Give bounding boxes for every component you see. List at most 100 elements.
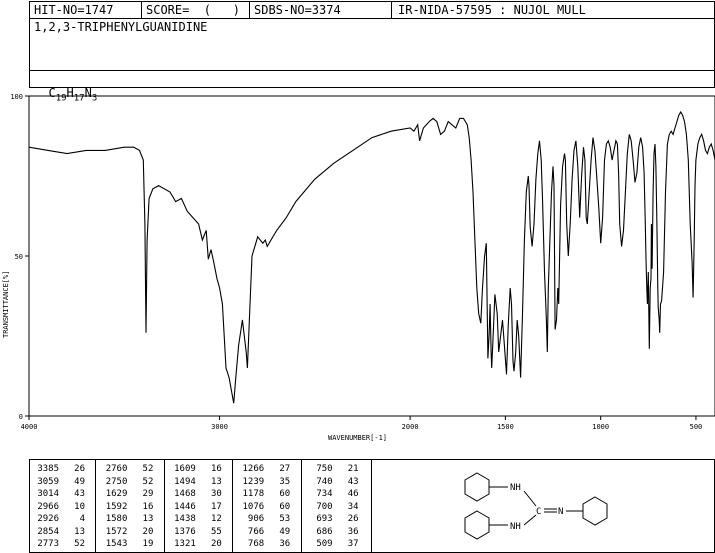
peak-wavenumber: 734 bbox=[316, 489, 333, 499]
peak-wavenumber: 2750 bbox=[105, 476, 128, 487]
atom-label-n: N bbox=[558, 507, 563, 517]
peak-column: 1609 16 1494 13 1468 30 1446 17 1438 12 1376 55 1321… bbox=[166, 463, 234, 551]
peak-wavenumber: 1178 bbox=[242, 489, 265, 499]
y-tick-label: 0 bbox=[19, 413, 23, 421]
spectrum-series-line bbox=[28, 110, 715, 404]
peak-column-divider bbox=[95, 459, 97, 552]
x-tick-label: 2000 bbox=[402, 423, 419, 431]
peak-row: 734 46 bbox=[303, 488, 371, 501]
peak-column: 2760 52 2750 52 1629 29 1592 16 1580 13 1572 20 1543… bbox=[97, 463, 165, 551]
ir-spectrum-chart: 4000 3000 2000 1500 1000 500 0 50 100 TRANSMITTA… bbox=[2, 93, 715, 442]
peak-transmittance: 16 bbox=[142, 501, 154, 512]
score: SCORE= ( ) bbox=[146, 3, 240, 17]
peak-transmittance: 43 bbox=[347, 476, 359, 487]
peak-row: 2750 52 bbox=[97, 476, 165, 489]
peak-transmittance: 30 bbox=[210, 489, 222, 499]
x-axis-label: WAVENUMBER[-1] bbox=[328, 434, 387, 442]
plot-frame bbox=[28, 95, 715, 417]
peak-wavenumber: 1438 bbox=[174, 514, 196, 524]
peak-transmittance: 52 bbox=[74, 539, 85, 549]
peak-row: 3059 49 bbox=[29, 476, 97, 489]
y-tick-label: 100 bbox=[10, 93, 23, 101]
peak-wavenumber: 700 bbox=[316, 501, 333, 512]
peak-wavenumber: 3059 bbox=[37, 476, 59, 487]
peak-row: 1239 35 bbox=[234, 476, 302, 489]
peak-transmittance: 52 bbox=[142, 464, 154, 474]
peak-transmittance: 13 bbox=[74, 526, 85, 537]
peak-wavenumber: 740 bbox=[316, 476, 333, 487]
peak-wavenumber: 3385 bbox=[37, 464, 59, 474]
atom-label-c: C bbox=[536, 507, 541, 517]
peak-row: 768 36 bbox=[234, 538, 302, 551]
peak-transmittance: 10 bbox=[74, 501, 85, 512]
header-divider-3 bbox=[391, 1, 392, 19]
peak-transmittance: 20 bbox=[210, 539, 222, 549]
peak-row: 1609 16 bbox=[166, 463, 234, 476]
phenyl-ring-right bbox=[582, 496, 608, 526]
peak-row: 1266 27 bbox=[234, 463, 302, 476]
peak-transmittance: 29 bbox=[142, 489, 154, 499]
peak-transmittance: 60 bbox=[279, 501, 291, 512]
peak-transmittance: 4 bbox=[79, 514, 85, 524]
measurement-method: IR-NIDA-57595 : NUJOL MULL bbox=[398, 3, 586, 17]
compound-box-divider bbox=[29, 70, 715, 71]
axis-ticks: 4000 3000 2000 1500 1000 500 0 50 100 bbox=[10, 93, 702, 431]
sdbs-number: SDBS-NO=3374 bbox=[254, 3, 341, 17]
peak-wavenumber: 1592 bbox=[105, 501, 128, 512]
peak-wavenumber: 906 bbox=[247, 514, 265, 524]
peak-transmittance: 53 bbox=[279, 514, 291, 524]
peak-transmittance: 36 bbox=[347, 526, 359, 537]
peak-row: 1592 16 bbox=[97, 501, 165, 514]
peak-wavenumber: 1446 bbox=[174, 501, 196, 512]
peak-wavenumber: 2966 bbox=[37, 501, 59, 512]
peak-wavenumber: 2760 bbox=[105, 464, 128, 474]
peak-row: 1629 29 bbox=[97, 488, 165, 501]
peak-wavenumber: 768 bbox=[247, 539, 265, 549]
peak-wavenumber: 1266 bbox=[242, 464, 265, 474]
peak-wavenumber: 1239 bbox=[242, 476, 265, 487]
peak-wavenumber: 2854 bbox=[37, 526, 59, 537]
peak-row: 750 21 bbox=[303, 463, 371, 476]
peak-wavenumber: 1494 bbox=[174, 476, 196, 487]
peak-wavenumber: 693 bbox=[316, 514, 333, 524]
peak-row: 2926 4 bbox=[29, 513, 97, 526]
peak-column-divider bbox=[232, 459, 234, 552]
peak-row: 2773 52 bbox=[29, 538, 97, 551]
peak-table: 3385 26 3059 49 3014 43 2966 10 2926 4 2854 13 2773 5… bbox=[29, 459, 371, 552]
phenyl-ring-top-left bbox=[464, 472, 490, 502]
peak-transmittance: 55 bbox=[210, 526, 222, 537]
peak-wavenumber: 3014 bbox=[37, 489, 59, 499]
peak-transmittance: 27 bbox=[279, 464, 291, 474]
peak-wavenumber: 686 bbox=[316, 526, 333, 537]
peak-transmittance: 16 bbox=[210, 464, 222, 474]
peak-row: 2966 10 bbox=[29, 501, 97, 514]
peak-row: 1446 17 bbox=[166, 501, 234, 514]
peak-wavenumber: 1321 bbox=[174, 539, 196, 549]
x-tick-label: 3000 bbox=[211, 423, 228, 431]
peak-transmittance: 49 bbox=[74, 476, 85, 487]
peak-wavenumber: 1580 bbox=[105, 514, 128, 524]
molecule-structure: NH C N NH bbox=[464, 472, 608, 540]
phenyl-ring-bottom-left bbox=[464, 510, 490, 540]
peak-transmittance: 34 bbox=[347, 501, 359, 512]
y-axis-label: TRANSMITTANCE[%] bbox=[2, 271, 10, 338]
peak-transmittance: 20 bbox=[142, 526, 154, 537]
peak-row: 906 53 bbox=[234, 513, 302, 526]
peak-transmittance: 21 bbox=[347, 464, 359, 474]
peak-column: 750 21 740 43 734 46 700 34 693 26 686 36 509 37 bbox=[303, 463, 371, 551]
x-tick-label: 500 bbox=[690, 423, 703, 431]
peak-wavenumber: 1629 bbox=[105, 489, 128, 499]
peak-wavenumber: 750 bbox=[316, 464, 333, 474]
peak-transmittance: 26 bbox=[74, 464, 85, 474]
peak-row: 2760 52 bbox=[97, 463, 165, 476]
peak-wavenumber: 1609 bbox=[174, 464, 196, 474]
peak-transmittance: 13 bbox=[142, 514, 154, 524]
peak-transmittance: 19 bbox=[142, 539, 154, 549]
peak-transmittance: 46 bbox=[347, 489, 359, 499]
hit-number: HIT-NO=1747 bbox=[34, 3, 114, 17]
peak-row: 1178 60 bbox=[234, 488, 302, 501]
peak-transmittance: 13 bbox=[210, 476, 222, 487]
peak-row: 2854 13 bbox=[29, 526, 97, 539]
peak-row: 509 37 bbox=[303, 538, 371, 551]
peak-transmittance: 52 bbox=[142, 476, 154, 487]
